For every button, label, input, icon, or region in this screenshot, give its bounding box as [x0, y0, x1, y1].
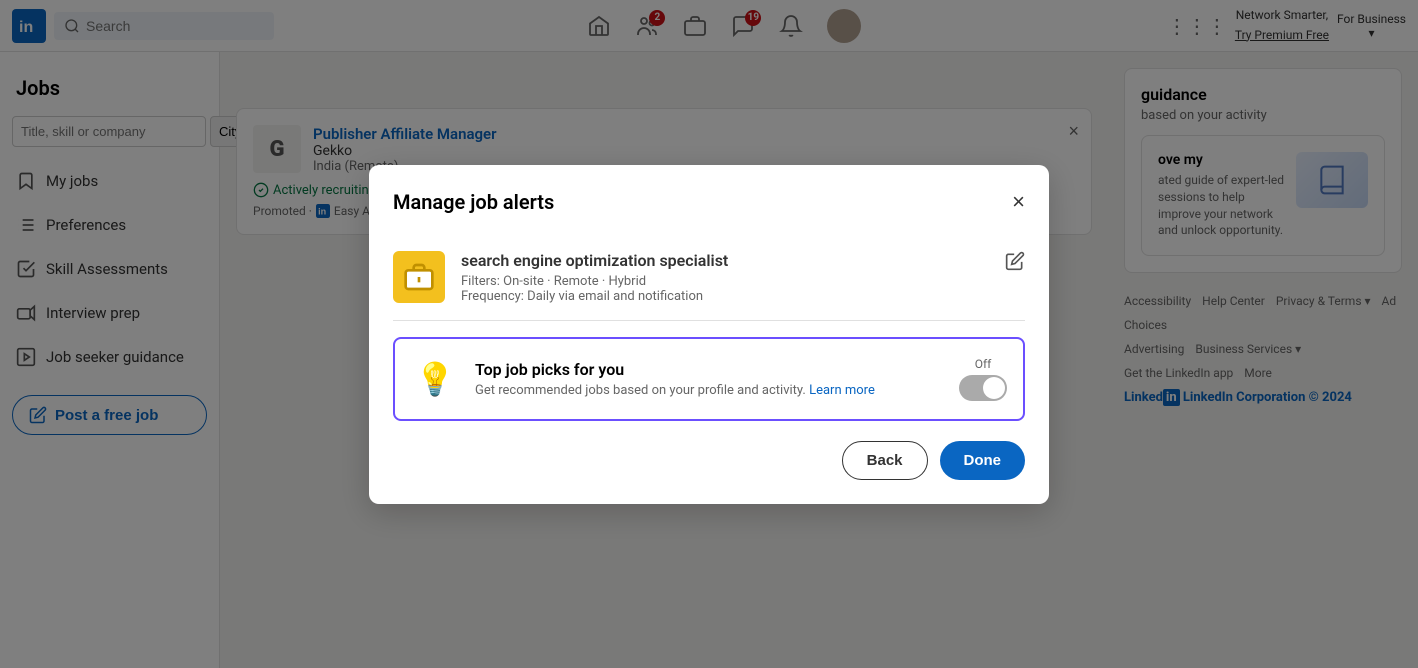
top-picks-card: 💡 Top job picks for you Get recommended … [393, 337, 1025, 421]
modal-header: Manage job alerts × [393, 189, 1025, 215]
toggle-knob [983, 377, 1005, 399]
lightbulb-icon: 💡 [411, 355, 459, 403]
freq-value: Daily via email and notification [527, 289, 703, 304]
freq-label: Frequency: [461, 289, 524, 304]
picks-toggle-group: Off [959, 357, 1007, 401]
briefcase-icon [403, 261, 435, 293]
picks-info: Top job picks for you Get recommended jo… [475, 360, 943, 398]
modal-footer: Back Done [393, 441, 1025, 480]
back-button[interactable]: Back [842, 441, 928, 480]
picks-desc-text: Get recommended jobs based on your profi… [475, 383, 806, 398]
done-button[interactable]: Done [940, 441, 1026, 480]
alert-icon-briefcase [393, 251, 445, 303]
alert-filters: Filters: On-site · Remote · Hybrid [461, 274, 989, 289]
alert-item: search engine optimization specialist Fi… [393, 235, 1025, 321]
picks-description: Get recommended jobs based on your profi… [475, 383, 943, 398]
alert-title: search engine optimization specialist [461, 251, 989, 270]
manage-alerts-modal: Manage job alerts × search engine optimi… [369, 165, 1049, 504]
modal-title: Manage job alerts [393, 190, 554, 214]
learn-more-link[interactable]: Learn more [809, 383, 875, 398]
alert-frequency: Frequency: Daily via email and notificat… [461, 289, 989, 304]
filters-label: Filters: [461, 274, 500, 289]
top-picks-toggle[interactable] [959, 375, 1007, 401]
modal-close-button[interactable]: × [1012, 189, 1025, 215]
edit-alert-button[interactable] [1005, 251, 1025, 277]
filters-value: On-site · Remote · Hybrid [503, 274, 646, 289]
toggle-off-label: Off [975, 357, 992, 371]
pencil-icon [1005, 251, 1025, 271]
modal-overlay[interactable]: Manage job alerts × search engine optimi… [0, 0, 1418, 668]
picks-title: Top job picks for you [475, 360, 943, 379]
alert-info: search engine optimization specialist Fi… [461, 251, 989, 304]
